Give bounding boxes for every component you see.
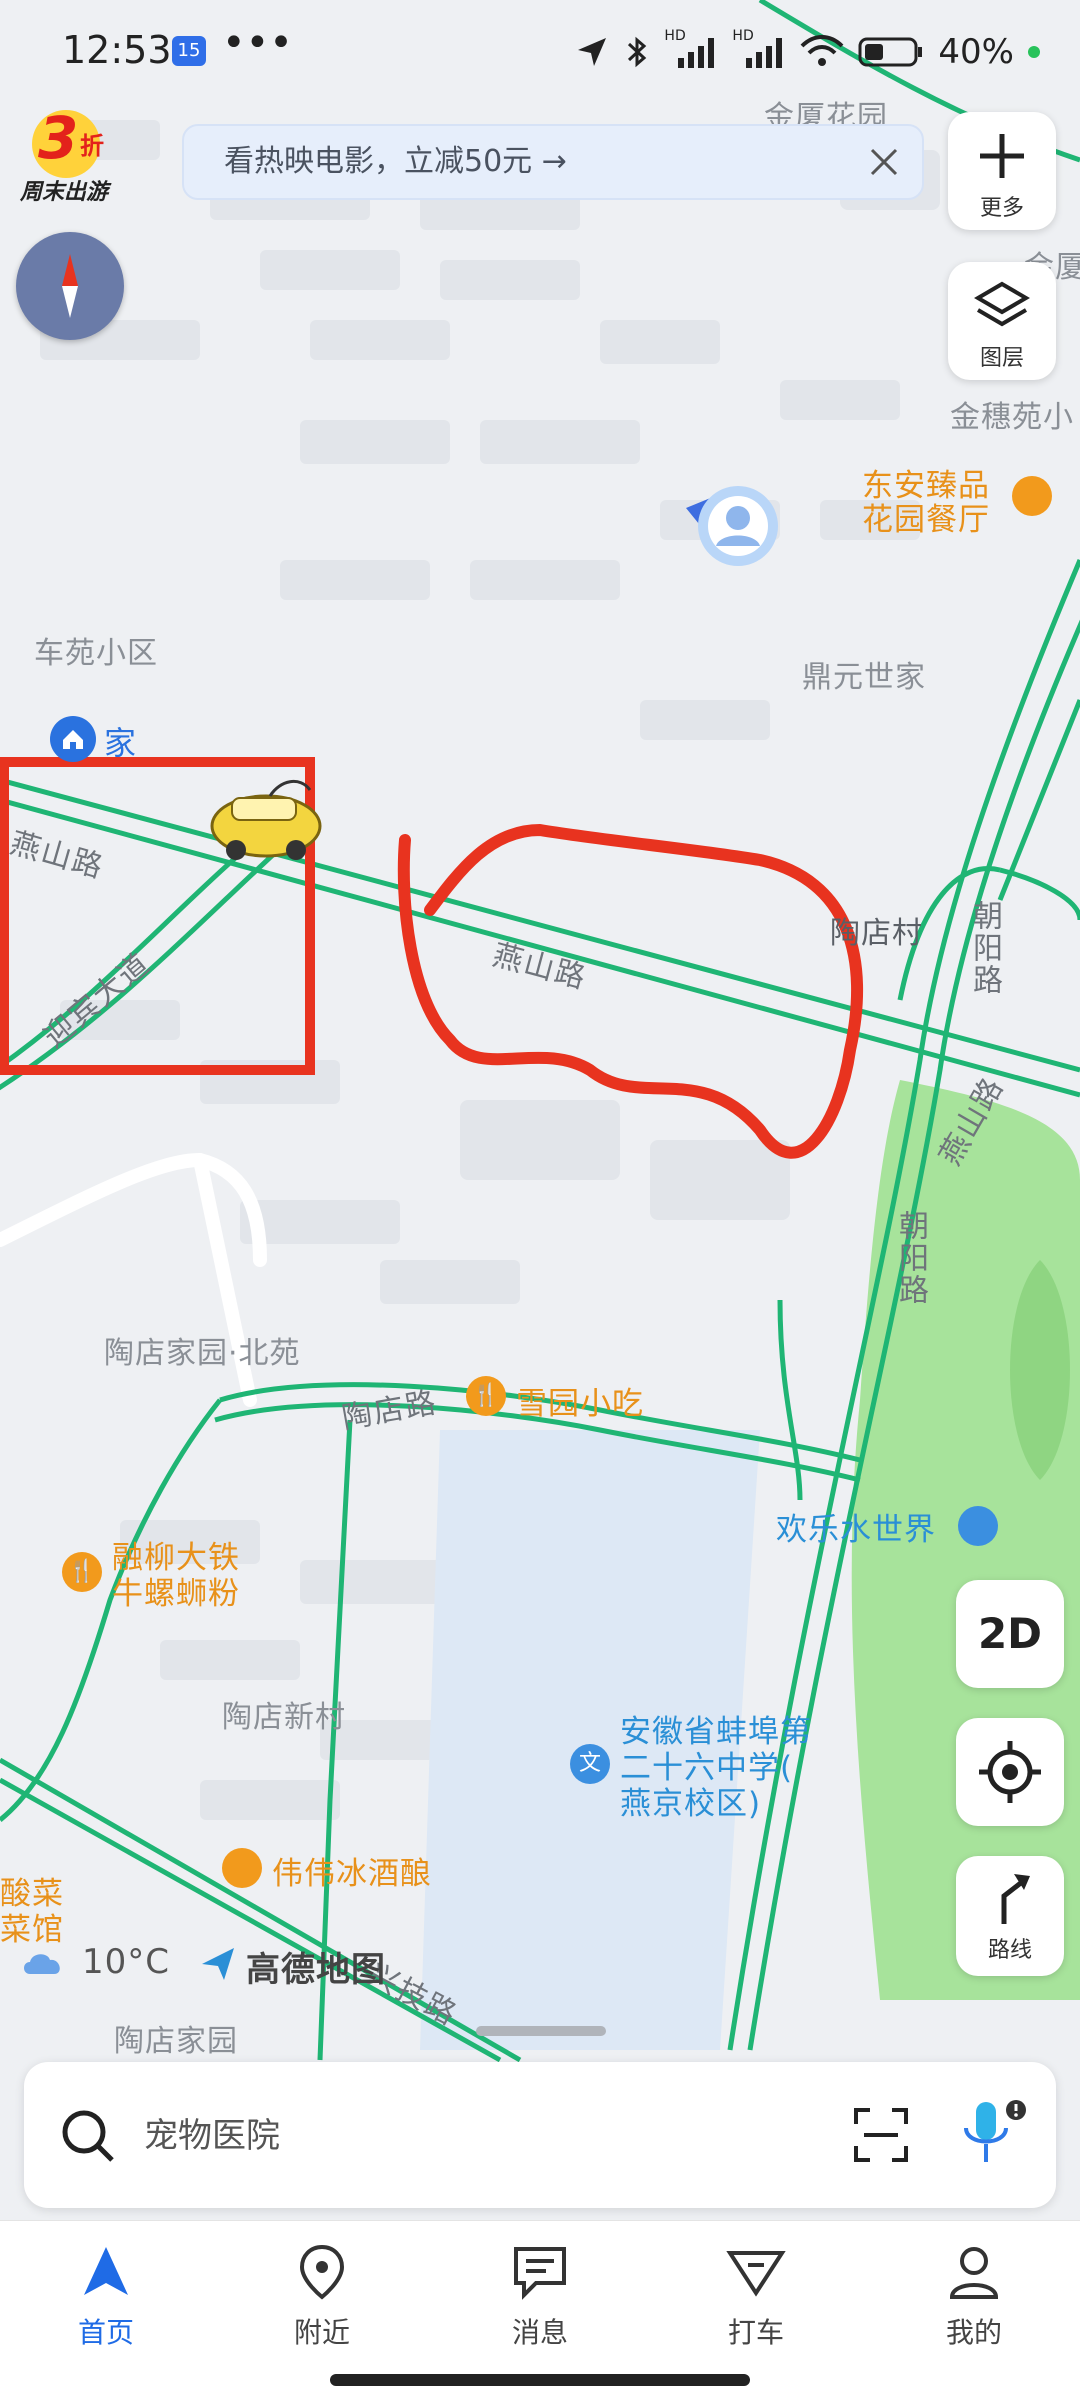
tab-taxi[interactable]: 打车 bbox=[686, 2241, 826, 2351]
map-canvas[interactable]: 家 金厦花园 金厦 金穗苑小 车苑小区 鼎元世家 陶店村 陶店家园·北苑 陶店新… bbox=[0, 0, 1080, 2220]
layers-button[interactable]: 图层 bbox=[948, 262, 1056, 380]
search-icon bbox=[62, 2110, 114, 2162]
promo-banner-text: 看热映电影，立减50元 → bbox=[224, 144, 567, 179]
wifi-icon bbox=[801, 35, 844, 66]
brand-label: 高德地图 bbox=[246, 1950, 386, 1990]
battery-icon bbox=[858, 37, 923, 67]
bluetooth-icon bbox=[628, 36, 647, 68]
search-bar[interactable]: 宠物医院 bbox=[24, 2062, 1056, 2208]
layers-icon bbox=[974, 281, 1030, 327]
weather-temp: 10°C bbox=[82, 1942, 171, 1982]
map-label-area: 陶店村 bbox=[830, 916, 923, 951]
route-icon bbox=[1001, 1874, 1030, 1924]
map-label-area: 陶店家园·北苑 bbox=[104, 1336, 301, 1371]
status-time: 12:53 bbox=[62, 28, 172, 72]
navigation-arrow-icon bbox=[84, 2247, 128, 2295]
poi-label[interactable]: 花园餐厅 bbox=[862, 494, 990, 539]
poi-label[interactable]: 燕京校区) bbox=[620, 1778, 761, 1823]
microphone-icon[interactable] bbox=[954, 2096, 1034, 2172]
message-icon bbox=[514, 2247, 566, 2300]
map-label-area: 陶店新村 bbox=[222, 1700, 346, 1735]
signal-icon: HD bbox=[664, 28, 718, 72]
layers-label: 图层 bbox=[979, 346, 1024, 371]
scan-icon[interactable] bbox=[850, 2104, 912, 2166]
signal-icon: HD bbox=[732, 28, 786, 72]
crosshair-icon bbox=[979, 1741, 1041, 1803]
promo-logo-number: 3 bbox=[38, 104, 79, 172]
school-icon[interactable]: 文 bbox=[570, 1744, 610, 1784]
restaurant-icon[interactable] bbox=[1012, 476, 1052, 516]
tab-label: 我的 bbox=[945, 2316, 1002, 2349]
map-label-area: 车苑小区 bbox=[34, 636, 158, 671]
promo-banner[interactable]: 看热映电影，立减50元 → bbox=[182, 124, 924, 200]
compass-button[interactable] bbox=[16, 232, 124, 340]
playground-icon[interactable] bbox=[958, 1506, 998, 1546]
tab-label: 消息 bbox=[511, 2316, 568, 2349]
tab-home[interactable]: 首页 bbox=[36, 2241, 176, 2351]
home-label[interactable]: 家 bbox=[104, 718, 137, 764]
status-bar: 12:53 15 ••• HD HD 40% bbox=[0, 0, 1080, 100]
sheet-handle[interactable] bbox=[476, 2026, 606, 2036]
cafe-icon[interactable] bbox=[222, 1848, 262, 1888]
route-label: 路线 bbox=[987, 1938, 1032, 1963]
home-indicator[interactable] bbox=[330, 2374, 750, 2386]
locate-button[interactable] bbox=[956, 1718, 1064, 1826]
map-label-area: 陶店家园 bbox=[114, 2024, 238, 2059]
view-mode-button[interactable]: 2D bbox=[956, 1580, 1064, 1688]
promo-logo-discount: 折 bbox=[80, 132, 104, 160]
poi-label[interactable]: 欢乐水世界 bbox=[776, 1504, 936, 1549]
road-label: 朝阳路 bbox=[893, 1210, 928, 1306]
compass-icon bbox=[62, 254, 78, 318]
plus-icon bbox=[980, 134, 1024, 178]
close-icon[interactable] bbox=[860, 138, 908, 186]
restaurant-icon[interactable]: 🍴 bbox=[62, 1552, 102, 1592]
user-location-marker bbox=[686, 486, 778, 566]
more-button[interactable]: 更多 bbox=[948, 112, 1056, 230]
tab-label: 打车 bbox=[727, 2316, 784, 2349]
tab-messages[interactable]: 消息 bbox=[470, 2241, 610, 2351]
car-marker bbox=[210, 780, 322, 860]
privacy-dot bbox=[1028, 46, 1040, 58]
poi-label[interactable]: 伟伟冰酒酿 bbox=[272, 1848, 432, 1893]
home-icon[interactable] bbox=[50, 716, 96, 762]
tab-label: 附近 bbox=[293, 2316, 350, 2349]
poi-label[interactable]: 雪园小吃 bbox=[516, 1378, 644, 1423]
weekend-trip-promo-logo[interactable]: 3 折 周末出游 bbox=[20, 104, 120, 205]
tab-nearby[interactable]: 附近 bbox=[252, 2241, 392, 2351]
poi-label[interactable]: 牛螺蛳粉 bbox=[112, 1568, 240, 1613]
promo-logo-caption: 周末出游 bbox=[20, 180, 109, 205]
search-input[interactable]: 宠物医院 bbox=[144, 2108, 280, 2157]
notification-badge: 15 bbox=[172, 36, 206, 66]
map-graphics bbox=[0, 0, 1080, 2063]
location-arrow-icon bbox=[578, 38, 607, 66]
amap-logo-icon bbox=[198, 1944, 238, 1984]
taxi-icon bbox=[726, 2251, 786, 2297]
poi-label[interactable]: 菜馆 bbox=[0, 1904, 64, 1949]
status-icons: HD HD 40% bbox=[574, 28, 1040, 74]
more-notifications-icon: ••• bbox=[222, 20, 293, 66]
restaurant-icon[interactable]: 🍴 bbox=[466, 1376, 506, 1416]
more-label: 更多 bbox=[979, 196, 1024, 221]
battery-text: 40% bbox=[938, 32, 1014, 72]
tab-label: 首页 bbox=[77, 2316, 134, 2349]
map-label-area: 鼎元世家 bbox=[802, 660, 926, 695]
road-label: 朝阳路 bbox=[967, 900, 1002, 996]
map-label-area: 金穗苑小 bbox=[950, 400, 1074, 435]
tab-profile[interactable]: 我的 bbox=[904, 2241, 1044, 2351]
location-pin-icon bbox=[299, 2244, 345, 2300]
route-button[interactable]: 路线 bbox=[956, 1856, 1064, 1976]
user-icon bbox=[949, 2247, 999, 2299]
